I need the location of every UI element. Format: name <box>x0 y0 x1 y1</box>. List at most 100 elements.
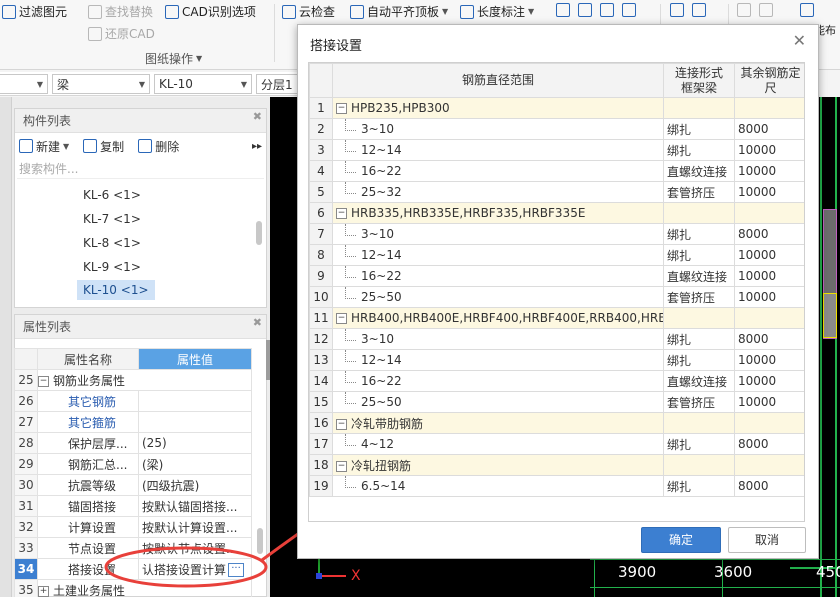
fixed-length-cell[interactable]: 8000 <box>734 223 804 245</box>
fixed-length-cell[interactable] <box>734 412 804 434</box>
connection-cell[interactable]: 绑扎 <box>663 244 735 266</box>
fixed-length-cell[interactable]: 8000 <box>734 118 804 140</box>
grid-header-row: 钢筋直径范围 连接形式 框架梁 其余钢筋定尺 <box>309 63 804 98</box>
header-connection: 连接形式 框架梁 <box>663 63 735 98</box>
grid-row[interactable]: 17 4~12 绑扎 8000 <box>309 433 804 455</box>
connection-cell[interactable]: 绑扎 <box>663 433 735 455</box>
grid-row[interactable]: 10 25~50 套管挤压 10000 <box>309 286 804 308</box>
diameter-range-cell[interactable]: 25~50 <box>332 391 664 413</box>
connection-cell[interactable]: 直螺纹连接 <box>663 160 735 182</box>
connection-cell[interactable] <box>663 307 735 329</box>
grid-row[interactable]: 4 16~22 直螺纹连接 10000 <box>309 160 804 182</box>
grid-row[interactable]: 3 12~14 绑扎 10000 <box>309 139 804 161</box>
connection-cell[interactable] <box>663 454 735 476</box>
grid-row[interactable]: 15 25~50 套管挤压 10000 <box>309 391 804 413</box>
fixed-length-cell[interactable] <box>734 97 804 119</box>
connection-cell[interactable]: 绑扎 <box>663 139 735 161</box>
diameter-range-cell[interactable]: 25~32 <box>332 181 664 203</box>
diameter-range-cell[interactable]: 16~22 <box>332 265 664 287</box>
grid-group-row[interactable]: 6− HRB335,HRB335E,HRBF335,HRBF335E <box>309 202 804 224</box>
grid-row[interactable]: 5 25~32 套管挤压 10000 <box>309 181 804 203</box>
header-rownum <box>309 63 333 98</box>
group-label: 冷轧带肋钢筋 <box>351 416 424 431</box>
group-label: 冷轧扭钢筋 <box>351 458 412 473</box>
grid-row[interactable]: 14 16~22 直螺纹连接 10000 <box>309 370 804 392</box>
row-number: 16 <box>309 412 333 434</box>
diameter-range-cell[interactable]: 16~22 <box>332 160 664 182</box>
diameter-range-cell[interactable]: 12~14 <box>332 139 664 161</box>
connection-cell[interactable]: 绑扎 <box>663 475 735 497</box>
fixed-length-cell[interactable]: 8000 <box>734 433 804 455</box>
collapse-icon[interactable]: − <box>336 313 347 324</box>
connection-cell[interactable]: 套管挤压 <box>663 181 735 203</box>
diameter-range-cell[interactable]: 4~12 <box>332 433 664 455</box>
grid-group-row[interactable]: 16− 冷轧带肋钢筋 <box>309 412 804 434</box>
fixed-length-cell[interactable]: 10000 <box>734 286 804 308</box>
fixed-length-cell[interactable]: 10000 <box>734 139 804 161</box>
diameter-range-cell[interactable]: − 冷轧带肋钢筋 <box>332 412 664 434</box>
fixed-length-cell[interactable]: 8000 <box>734 328 804 350</box>
diameter-range-cell[interactable]: 25~50 <box>332 286 664 308</box>
diameter-range-cell[interactable]: 12~14 <box>332 244 664 266</box>
row-number: 13 <box>309 349 333 371</box>
diameter-range-cell[interactable]: 16~22 <box>332 370 664 392</box>
row-number: 8 <box>309 244 333 266</box>
grid-row[interactable]: 2 3~10 绑扎 8000 <box>309 118 804 140</box>
diameter-range-cell[interactable]: 12~14 <box>332 349 664 371</box>
row-number: 2 <box>309 118 333 140</box>
diameter-range-cell[interactable]: − HRB335,HRB335E,HRBF335,HRBF335E <box>332 202 664 224</box>
connection-cell[interactable]: 套管挤压 <box>663 391 735 413</box>
grid-row[interactable]: 13 12~14 绑扎 10000 <box>309 349 804 371</box>
diameter-range-cell[interactable]: − HRB400,HRB400E,HRBF400,HRBF400E,RRB400,… <box>332 307 664 329</box>
cancel-button[interactable]: 取消 <box>728 527 806 553</box>
fixed-length-cell[interactable]: 10000 <box>734 181 804 203</box>
grid-row[interactable]: 19 6.5~14 绑扎 8000 <box>309 475 804 497</box>
dialog-title: 搭接设置 <box>310 39 363 54</box>
close-icon[interactable]: ✕ <box>793 31 806 50</box>
fixed-length-cell[interactable] <box>734 307 804 329</box>
connection-cell[interactable]: 直螺纹连接 <box>663 265 735 287</box>
diameter-range-cell[interactable]: 3~10 <box>332 223 664 245</box>
connection-cell[interactable] <box>663 412 735 434</box>
fixed-length-cell[interactable]: 10000 <box>734 265 804 287</box>
collapse-icon[interactable]: − <box>336 418 347 430</box>
header-fixed-length: 其余钢筋定尺 <box>734 63 804 98</box>
connection-cell[interactable]: 绑扎 <box>663 328 735 350</box>
diameter-range-cell[interactable]: 6.5~14 <box>332 475 664 497</box>
fixed-length-cell[interactable]: 8000 <box>734 475 804 497</box>
grid-group-row[interactable]: 11− HRB400,HRB400E,HRBF400,HRBF400E,RRB40… <box>309 307 804 329</box>
diameter-range-cell[interactable]: 3~10 <box>332 328 664 350</box>
connection-cell[interactable]: 绑扎 <box>663 349 735 371</box>
connection-cell[interactable] <box>663 202 735 224</box>
collapse-icon[interactable]: − <box>336 208 347 219</box>
collapse-icon[interactable]: − <box>336 103 347 114</box>
fixed-length-cell[interactable] <box>734 454 804 476</box>
diameter-range-cell[interactable]: − HPB235,HPB300 <box>332 97 664 119</box>
fixed-length-cell[interactable]: 10000 <box>734 349 804 371</box>
grid-group-row[interactable]: 1− HPB235,HPB300 <box>309 97 804 119</box>
connection-cell[interactable]: 绑扎 <box>663 118 735 140</box>
grid-row[interactable]: 7 3~10 绑扎 8000 <box>309 223 804 245</box>
grid-group-row[interactable]: 18− 冷轧扭钢筋 <box>309 454 804 476</box>
row-number: 15 <box>309 391 333 413</box>
diameter-range-cell[interactable]: 3~10 <box>332 118 664 140</box>
connection-cell[interactable]: 绑扎 <box>663 223 735 245</box>
ok-button[interactable]: 确定 <box>641 527 721 553</box>
connection-cell[interactable] <box>663 97 735 119</box>
row-number: 6 <box>309 202 333 224</box>
group-label: HRB335,HRB335E,HRBF335,HRBF335E <box>351 206 586 220</box>
fixed-length-cell[interactable] <box>734 202 804 224</box>
row-number: 10 <box>309 286 333 308</box>
fixed-length-cell[interactable]: 10000 <box>734 391 804 413</box>
grid-row[interactable]: 12 3~10 绑扎 8000 <box>309 328 804 350</box>
diameter-range-cell[interactable]: − 冷轧扭钢筋 <box>332 454 664 476</box>
connection-cell[interactable]: 套管挤压 <box>663 286 735 308</box>
fixed-length-cell[interactable]: 10000 <box>734 160 804 182</box>
collapse-icon[interactable]: − <box>336 460 347 472</box>
lap-setting-grid: 钢筋直径范围 连接形式 框架梁 其余钢筋定尺 1− HPB235,HPB300 2 3… <box>308 62 805 522</box>
fixed-length-cell[interactable]: 10000 <box>734 370 804 392</box>
grid-row[interactable]: 8 12~14 绑扎 10000 <box>309 244 804 266</box>
fixed-length-cell[interactable]: 10000 <box>734 244 804 266</box>
grid-row[interactable]: 9 16~22 直螺纹连接 10000 <box>309 265 804 287</box>
connection-cell[interactable]: 直螺纹连接 <box>663 370 735 392</box>
